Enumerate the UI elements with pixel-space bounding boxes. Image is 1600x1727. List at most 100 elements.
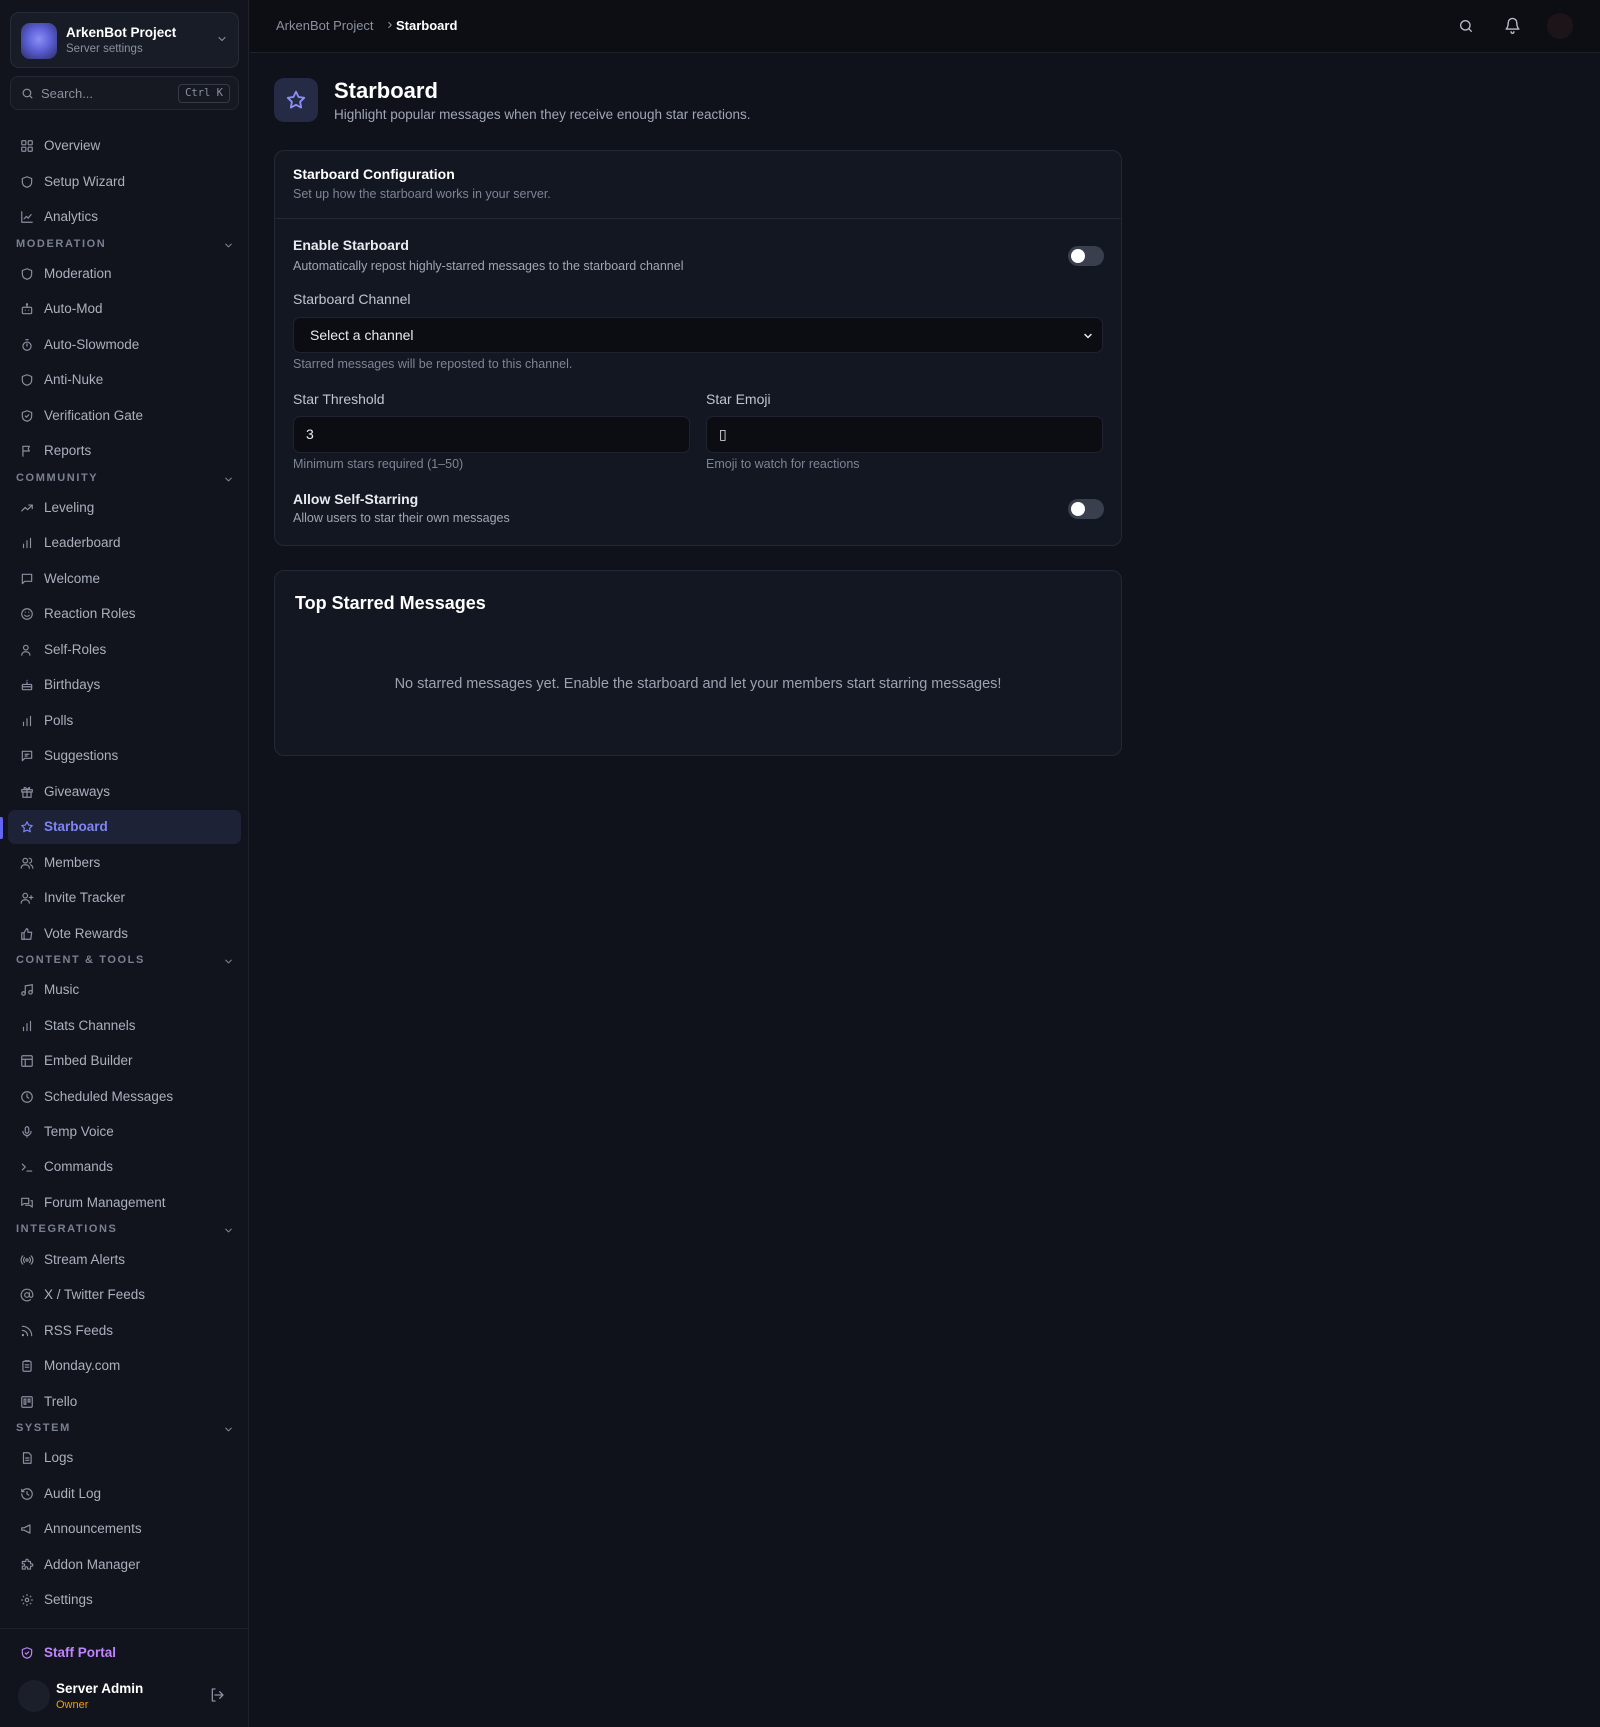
sidebar-item-leaderboard[interactable]: Leaderboard	[8, 526, 241, 560]
section-integrations[interactable]: INTEGRATIONS	[16, 1223, 234, 1239]
breadcrumb-parent[interactable]: ArkenBot Project	[276, 18, 374, 33]
message-square-icon	[21, 750, 33, 762]
section-system[interactable]: SYSTEM	[16, 1422, 234, 1438]
sidebar-item-vote-rewards[interactable]: Vote Rewards	[8, 917, 241, 951]
clock-icon	[21, 1091, 33, 1103]
sidebar-item-reports[interactable]: Reports	[8, 434, 241, 468]
empty-state-message: No starred messages yet. Enable the star…	[394, 676, 1002, 692]
sidebar-item-verification-gate[interactable]: Verification Gate	[8, 399, 241, 433]
chevron-down-icon	[225, 1427, 232, 1432]
sidebar-search[interactable]: Search... Ctrl K	[10, 76, 239, 110]
avatar[interactable]	[18, 1680, 50, 1712]
sidebar-item-monday[interactable]: Monday.com	[8, 1349, 241, 1383]
search-icon[interactable]	[1458, 18, 1474, 34]
sidebar-item-polls[interactable]: Polls	[8, 704, 241, 738]
bar-chart-icon	[22, 537, 32, 549]
sidebar-item-leveling[interactable]: Leveling	[8, 491, 241, 525]
chevron-down-icon	[225, 243, 232, 248]
enable-starboard-desc: Automatically repost highly-starred mess…	[293, 259, 684, 273]
sidebar-item-auto-slowmode[interactable]: Auto-Slowmode	[8, 328, 241, 362]
smile-icon	[21, 608, 33, 620]
sidebar-item-rss-feeds[interactable]: RSS Feeds	[8, 1314, 241, 1348]
chevron-down-icon	[225, 959, 232, 964]
chevron-down-icon	[225, 477, 232, 482]
search-shortcut: Ctrl K	[178, 84, 230, 103]
sidebar-item-label: Monday.com	[44, 1358, 121, 1373]
bar-chart-icon	[22, 715, 32, 727]
sidebar-item-starboard[interactable]: Starboard	[8, 810, 241, 844]
staff-portal-link[interactable]: Staff Portal	[8, 1636, 241, 1670]
sidebar-item-stream-alerts[interactable]: Stream Alerts	[8, 1243, 241, 1277]
project-switcher[interactable]: ArkenBot Project Server settings	[10, 12, 239, 68]
sidebar-item-label: Announcements	[44, 1521, 142, 1536]
page-subtitle: Highlight popular messages when they rec…	[334, 107, 751, 122]
sidebar-item-members[interactable]: Members	[8, 846, 241, 880]
sidebar-item-label: Addon Manager	[44, 1557, 141, 1572]
section-moderation[interactable]: MODERATION	[16, 238, 234, 254]
sidebar-item-label: Settings	[44, 1592, 93, 1607]
chevron-down-icon	[218, 36, 226, 42]
emoji-label: Star Emoji	[706, 391, 771, 407]
section-title: SYSTEM	[16, 1422, 71, 1434]
sidebar-item-moderation[interactable]: Moderation	[8, 257, 241, 291]
sidebar-item-label: Anti-Nuke	[44, 372, 104, 387]
sidebar-item-overview[interactable]: Overview	[8, 129, 241, 163]
sidebar-item-label: Verification Gate	[44, 408, 144, 423]
sidebar-item-auto-mod[interactable]: Auto-Mod	[8, 292, 241, 326]
sidebar-item-label: Reports	[44, 443, 92, 458]
sidebar-item-label: Music	[44, 982, 80, 997]
sidebar-item-audit-log[interactable]: Audit Log	[8, 1477, 241, 1511]
sidebar-item-label: Self-Roles	[44, 642, 107, 657]
sidebar-item-x-twitter-feeds[interactable]: X / Twitter Feeds	[8, 1278, 241, 1312]
section-community[interactable]: COMMUNITY	[16, 472, 234, 488]
sidebar-item-music[interactable]: Music	[8, 973, 241, 1007]
sidebar-item-temp-voice[interactable]: Temp Voice	[8, 1115, 241, 1149]
sidebar-item-label: Scheduled Messages	[44, 1089, 174, 1104]
sidebar-item-invite-tracker[interactable]: Invite Tracker	[8, 881, 241, 915]
section-content-tools[interactable]: CONTENT & TOOLS	[16, 954, 234, 970]
search-placeholder: Search...	[41, 86, 94, 101]
threshold-value: 3	[306, 426, 314, 442]
sidebar-item-suggestions[interactable]: Suggestions	[8, 739, 241, 773]
sidebar-item-label: Embed Builder	[44, 1053, 133, 1068]
sidebar-item-logs[interactable]: Logs	[8, 1441, 241, 1475]
sidebar-item-self-roles[interactable]: Self-Roles	[8, 633, 241, 667]
bell-icon[interactable]	[1504, 17, 1521, 34]
shield-check-icon	[21, 410, 33, 422]
sidebar-item-anti-nuke[interactable]: Anti-Nuke	[8, 363, 241, 397]
sidebar-item-label: Welcome	[44, 571, 101, 586]
sidebar-item-addon-manager[interactable]: Addon Manager	[8, 1548, 241, 1582]
sidebar-item-label: Analytics	[44, 209, 99, 224]
sidebar-item-settings[interactable]: Settings	[8, 1583, 241, 1617]
sidebar-item-analytics[interactable]: Analytics	[8, 200, 241, 234]
sidebar-item-label: Logs	[44, 1450, 74, 1465]
staff-portal-label: Staff Portal	[44, 1645, 117, 1660]
sidebar-item-birthdays[interactable]: Birthdays	[8, 668, 241, 702]
sidebar-item-welcome[interactable]: Welcome	[8, 562, 241, 596]
channel-select[interactable]: Select a channel	[293, 317, 1103, 353]
sidebar-item-stats-channels[interactable]: Stats Channels	[8, 1009, 241, 1043]
sidebar-item-setup-wizard[interactable]: Setup Wizard	[8, 165, 241, 199]
threshold-input[interactable]: 3	[293, 416, 690, 453]
music-icon	[21, 984, 33, 996]
emoji-input[interactable]: ▯	[706, 416, 1103, 453]
sidebar-item-giveaways[interactable]: Giveaways	[8, 775, 241, 809]
sidebar-item-embed-builder[interactable]: Embed Builder	[8, 1044, 241, 1078]
sidebar-item-reaction-roles[interactable]: Reaction Roles	[8, 597, 241, 631]
avatar[interactable]	[1547, 13, 1573, 39]
sidebar-item-label: Reaction Roles	[44, 606, 136, 621]
sidebar-item-scheduled-messages[interactable]: Scheduled Messages	[8, 1080, 241, 1114]
sidebar-item-commands[interactable]: Commands	[8, 1150, 241, 1184]
sidebar-item-forum-management[interactable]: Forum Management	[8, 1186, 241, 1220]
sidebar-item-label: Polls	[44, 713, 74, 728]
sidebar-item-trello[interactable]: Trello	[8, 1385, 241, 1419]
sidebar-item-label: RSS Feeds	[44, 1323, 114, 1338]
self-starring-toggle[interactable]	[1068, 499, 1104, 519]
project-subtitle: Server settings	[66, 43, 143, 55]
sidebar-item-label: Forum Management	[44, 1195, 166, 1210]
sidebar-item-announcements[interactable]: Announcements	[8, 1512, 241, 1546]
logout-icon[interactable]	[209, 1687, 225, 1703]
star-icon	[286, 90, 306, 109]
gift-icon	[21, 786, 33, 798]
enable-starboard-toggle[interactable]	[1068, 246, 1104, 266]
